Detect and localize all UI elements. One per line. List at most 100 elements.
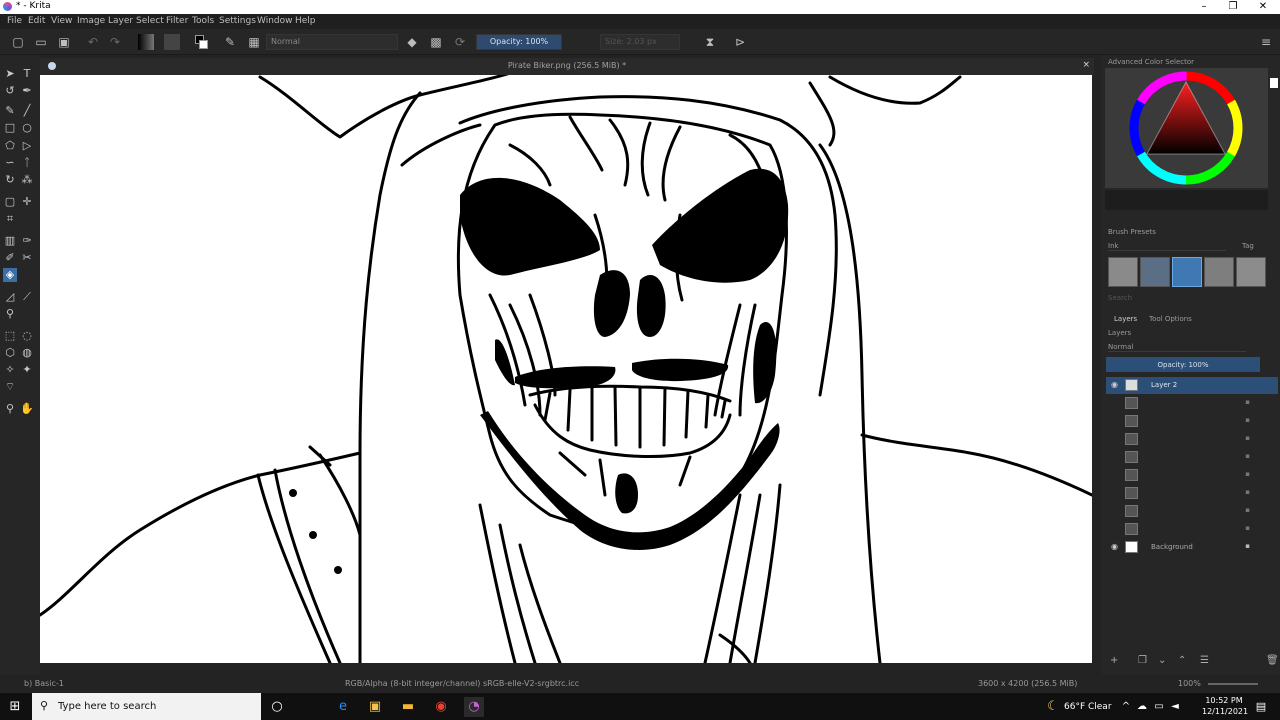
menu-view[interactable]: View (51, 16, 72, 26)
menu-edit[interactable]: Edit (28, 16, 45, 26)
redo-icon[interactable]: ↷ (107, 34, 123, 50)
calligraphy-tool-icon[interactable]: ✒ (20, 84, 34, 98)
clock-time[interactable]: 10:52 PM (1204, 696, 1244, 705)
mirror-horizontal-icon[interactable]: ⧗ (702, 34, 718, 50)
visibility-eye-icon[interactable]: ◉ (1111, 542, 1118, 551)
duplicate-layer-icon[interactable]: ❐ (1138, 655, 1147, 666)
color-history-strip[interactable] (1105, 190, 1268, 210)
reference-images-tool-icon[interactable]: ⚲ (3, 307, 17, 321)
brush-preset-ink-1[interactable] (1140, 257, 1170, 287)
brush-tag-label[interactable]: Tag (1242, 242, 1254, 250)
brush-preset-eraser[interactable] (1108, 257, 1138, 287)
add-layer-icon[interactable]: + (1110, 655, 1118, 666)
opacity-slider[interactable]: Opacity: 100% (476, 34, 562, 50)
assistant-tool-icon[interactable]: ◿ (3, 290, 17, 304)
dynamic-brush-tool-icon[interactable]: ↻ (3, 173, 17, 187)
similar-color-selection-tool-icon[interactable]: ✦ (20, 363, 34, 377)
layer-blend-select[interactable]: Normal (1108, 343, 1246, 352)
lock-icon[interactable]: ▪ (1245, 542, 1250, 550)
blend-mode-select[interactable]: Normal (266, 34, 398, 50)
advanced-color-selector[interactable] (1105, 68, 1268, 188)
delete-layer-icon[interactable]: 🗑 (1266, 655, 1279, 666)
preserve-alpha-icon[interactable]: ▩ (428, 34, 444, 50)
lock-icon[interactable]: ▪ (1245, 434, 1250, 442)
bezier-curve-tool-icon[interactable]: ∽ (3, 156, 17, 170)
zoom-slider[interactable] (1208, 683, 1258, 685)
brush-tag-select[interactable]: Ink (1108, 242, 1226, 251)
multibrush-tool-icon[interactable]: ⁂ (20, 173, 34, 187)
polygon-tool-icon[interactable]: ⬠ (3, 139, 17, 153)
lock-icon[interactable]: ▪ (1245, 470, 1250, 478)
move-layer-up-icon[interactable]: ⌃ (1178, 655, 1186, 666)
brush-search-input[interactable]: Search (1108, 294, 1132, 302)
close-button[interactable]: ✕ (1248, 0, 1278, 14)
pan-tool-icon[interactable]: ✋ (20, 402, 34, 416)
reload-preset-icon[interactable]: ⟳ (452, 34, 468, 50)
store-icon[interactable]: ▣ (365, 697, 385, 717)
volume-icon[interactable]: ◄ (1165, 697, 1185, 717)
elliptical-selection-tool-icon[interactable]: ◌ (20, 329, 34, 343)
colorize-mask-tool-icon[interactable]: ✐ (3, 251, 17, 265)
lock-icon[interactable]: ▪ (1245, 452, 1250, 460)
polygonal-selection-tool-icon[interactable]: ⬡ (3, 346, 17, 360)
clock-date[interactable]: 12/11/2021 (1202, 707, 1248, 716)
save-icon[interactable]: ▣ (56, 34, 72, 50)
text-tool-icon[interactable]: T (20, 67, 34, 81)
weather-text[interactable]: 66°F Clear (1064, 702, 1112, 712)
menu-filter[interactable]: Filter (166, 16, 188, 26)
visibility-eye-icon[interactable]: ◉ (1111, 380, 1118, 389)
lock-icon[interactable]: ▪ (1245, 506, 1250, 514)
select-shapes-tool-icon[interactable]: ➤ (3, 67, 17, 81)
drawing-canvas[interactable] (40, 75, 1092, 663)
tab-layers[interactable]: Layers (1114, 315, 1137, 323)
smart-patch-tool-icon[interactable]: ✂ (20, 251, 34, 265)
size-slider[interactable]: Size: 2.03 px (600, 34, 680, 50)
tab-tool-options[interactable]: Tool Options (1149, 315, 1192, 323)
freehand-path-tool-icon[interactable]: ᛏ (20, 156, 34, 170)
move-tool-icon[interactable]: ✛ (20, 195, 34, 209)
lock-icon[interactable]: ▪ (1245, 488, 1250, 496)
layer-opacity-slider[interactable]: Opacity: 100% (1106, 357, 1260, 372)
layer-row[interactable]: ▪ (1106, 395, 1278, 412)
edge-browser-icon[interactable]: e (333, 697, 353, 717)
layer-row[interactable]: ◉ Layer 2 (1106, 377, 1278, 394)
lock-icon[interactable]: ▪ (1245, 524, 1250, 532)
layer-row[interactable]: ▪ (1106, 467, 1278, 484)
workspace-grid-icon[interactable]: ▦ (246, 34, 262, 50)
brush-preset-ink-4[interactable] (1236, 257, 1266, 287)
undo-icon[interactable]: ↶ (85, 34, 101, 50)
gradient-swatch[interactable] (138, 34, 154, 50)
layer-row[interactable]: ◉ Background ▪ (1106, 539, 1278, 556)
file-explorer-icon[interactable]: ▬ (398, 697, 418, 717)
hamburger-menu-icon[interactable]: ≡ (1258, 34, 1274, 50)
fill-tool-icon[interactable]: ◈ (3, 268, 17, 282)
fg-bg-color-icon[interactable] (193, 34, 209, 50)
polyline-tool-icon[interactable]: ▷ (20, 139, 34, 153)
menu-file[interactable]: File (7, 16, 22, 26)
edit-shapes-tool-icon[interactable]: ↺ (3, 84, 17, 98)
layer-row[interactable]: ▪ (1106, 431, 1278, 448)
windows-start-icon[interactable]: ⊞ (5, 697, 25, 717)
brush-preset-icon[interactable]: ✎ (222, 34, 238, 50)
contiguous-selection-tool-icon[interactable]: ✧ (3, 363, 17, 377)
measure-tool-icon[interactable]: ⟋ (20, 290, 34, 304)
lock-icon[interactable]: ▪ (1245, 398, 1250, 406)
menu-layer[interactable]: Layer (108, 16, 133, 26)
current-color-swatch[interactable] (1270, 78, 1278, 88)
transform-tool-icon[interactable]: ▢ (3, 195, 17, 209)
bezier-selection-tool-icon[interactable]: ⌔ (3, 380, 17, 394)
notifications-icon[interactable]: ▤ (1251, 697, 1271, 717)
brush-preset-ink-3[interactable] (1204, 257, 1234, 287)
menu-help[interactable]: Help (295, 16, 316, 26)
eraser-icon[interactable]: ◆ (404, 34, 420, 50)
menu-window[interactable]: Window (257, 16, 293, 26)
layer-row[interactable]: ▪ (1106, 503, 1278, 520)
rectangle-tool-icon[interactable]: □ (3, 121, 17, 135)
layer-row[interactable]: ▪ (1106, 521, 1278, 538)
minimize-button[interactable]: – (1189, 0, 1219, 14)
move-layer-down-icon[interactable]: ⌄ (1158, 655, 1166, 666)
pattern-swatch[interactable] (164, 34, 180, 50)
close-document-button[interactable]: × (1082, 60, 1090, 70)
chrome-icon[interactable]: ◉ (431, 697, 451, 717)
menu-tools[interactable]: Tools (192, 16, 214, 26)
